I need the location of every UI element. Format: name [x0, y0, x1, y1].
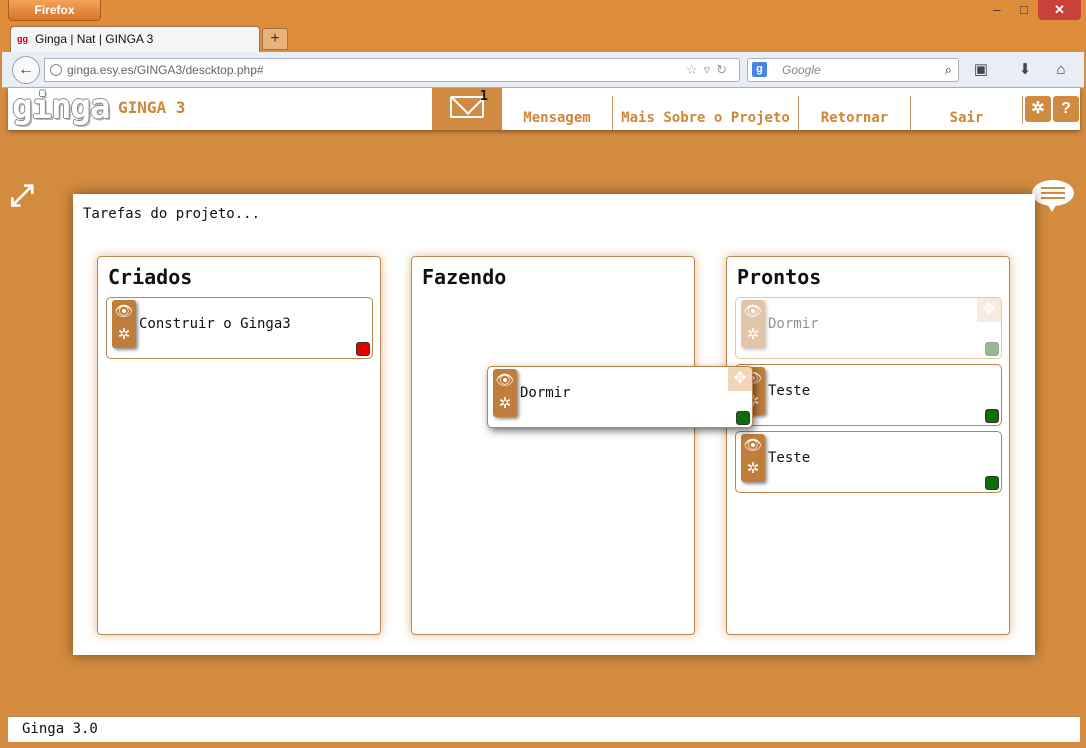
column-criados: Criados 👁 ✲ Construir o Ginga3	[97, 256, 381, 635]
card-title: Dormir	[768, 316, 819, 332]
globe-icon	[50, 64, 62, 76]
browser-tab[interactable]: gg Ginga | Nat | GINGA 3	[10, 26, 260, 53]
browser-navbar: ← ginga.esy.es/GINGA3/descktop.php# ☆▿↻ …	[2, 52, 1084, 88]
column-title: Criados	[108, 265, 193, 289]
nav-mensagem[interactable]: Mensagem	[502, 96, 612, 130]
bookmarks-menu-icon[interactable]: ▣	[970, 60, 992, 80]
task-card-placeholder: 👁 ✲ Dormir ✥	[735, 297, 1002, 359]
resize-arrows-icon[interactable]: ⤢	[10, 178, 54, 214]
app-title: GINGA 3	[118, 98, 186, 117]
back-button[interactable]: ←	[12, 56, 40, 84]
window-titlebar: Firefox – □ ✕	[0, 0, 1086, 26]
card-actions: 👁 ✲	[741, 300, 765, 348]
column-prontos: Prontos 👁 ✲ Dormir ✥ 👁 ✲ Teste 👁 ✲ Teste	[726, 256, 1010, 635]
column-fazendo: Fazendo	[411, 256, 695, 635]
app-header: ginga GINGA 3 1 Mensagem Mais Sobre o Pr…	[8, 88, 1080, 130]
task-card[interactable]: 👁 ✲ Teste	[735, 364, 1002, 426]
dropdown-icon[interactable]: ▿	[704, 62, 717, 77]
url-text: ginga.esy.es/GINGA3/descktop.php#	[67, 63, 264, 77]
new-tab-button[interactable]: +	[262, 28, 288, 50]
nav-mais-sobre[interactable]: Mais Sobre o Projeto	[612, 96, 798, 130]
card-settings-icon: ✲	[746, 326, 760, 343]
column-title: Prontos	[737, 265, 822, 289]
favicon-icon: gg	[17, 34, 28, 44]
chat-icon[interactable]	[1032, 180, 1076, 214]
search-input[interactable]: g Google ⌕	[747, 58, 959, 82]
settings-gear-icon[interactable]: ✲	[1025, 96, 1051, 122]
card-title: Teste	[768, 450, 811, 466]
card-settings-icon[interactable]: ✲	[743, 459, 763, 479]
task-card[interactable]: 👁 ✲ Construir o Ginga3	[106, 297, 373, 359]
reload-icon[interactable]: ↻	[716, 62, 733, 77]
tab-title: Ginga | Nat | GINGA 3	[35, 32, 154, 46]
status-indicator	[985, 342, 999, 356]
move-icon[interactable]: ✥	[728, 367, 752, 391]
dragged-task-card[interactable]: 👁 ✲ Dormir ✥	[487, 366, 753, 428]
header-icon-group: ✲ ?	[1022, 96, 1080, 124]
tab-strip: gg Ginga | Nat | GINGA 3 +	[0, 26, 1086, 53]
status-indicator	[985, 409, 999, 423]
help-icon[interactable]: ?	[1053, 96, 1079, 122]
close-button[interactable]: ✕	[1038, 0, 1081, 20]
url-controls: ☆▿↻	[686, 59, 733, 81]
minimize-button[interactable]: –	[984, 0, 1010, 20]
card-title: Teste	[768, 383, 811, 399]
search-placeholder: Google	[782, 63, 821, 77]
mail-icon	[450, 96, 484, 118]
messages-button[interactable]: 1	[432, 88, 502, 130]
card-settings-icon[interactable]: ✲	[114, 325, 134, 345]
google-icon[interactable]: g	[752, 62, 767, 77]
board-caption: Tarefas do projeto...	[83, 206, 261, 222]
status-indicator	[736, 411, 750, 425]
view-eye-icon[interactable]: 👁	[114, 302, 134, 322]
task-board: Tarefas do projeto... Criados 👁 ✲ Constr…	[73, 194, 1035, 655]
nav-sair[interactable]: Sair	[910, 96, 1022, 130]
nav-retornar[interactable]: Retornar	[798, 96, 910, 130]
status-indicator	[356, 342, 370, 356]
column-title: Fazendo	[422, 265, 507, 289]
firefox-menu-button[interactable]: Firefox	[8, 0, 101, 21]
task-card[interactable]: 👁 ✲ Teste	[735, 431, 1002, 493]
card-settings-icon[interactable]: ✲	[495, 394, 515, 414]
card-title: Construir o Ginga3	[139, 316, 291, 332]
move-icon: ✥	[977, 298, 1001, 322]
url-bar[interactable]: ginga.esy.es/GINGA3/descktop.php# ☆▿↻	[44, 58, 740, 82]
card-title: Dormir	[520, 385, 571, 401]
view-eye-icon: 👁	[743, 303, 763, 320]
footer: Ginga 3.0	[8, 716, 1080, 742]
download-icon[interactable]: ⬇	[1014, 60, 1036, 80]
card-actions: 👁 ✲	[112, 300, 136, 348]
home-icon[interactable]: ⌂	[1050, 60, 1072, 80]
card-actions: 👁 ✲	[493, 369, 517, 417]
card-actions: 👁 ✲	[741, 434, 765, 482]
search-icon[interactable]: ⌕	[945, 59, 952, 81]
ginga-logo[interactable]: ginga	[12, 90, 110, 126]
view-eye-icon[interactable]: 👁	[495, 371, 515, 391]
view-eye-icon[interactable]: 👁	[743, 436, 763, 456]
message-count-badge: 1	[480, 89, 488, 104]
maximize-button[interactable]: □	[1011, 0, 1037, 20]
status-indicator	[985, 476, 999, 490]
bookmark-star-icon[interactable]: ☆	[686, 62, 704, 77]
